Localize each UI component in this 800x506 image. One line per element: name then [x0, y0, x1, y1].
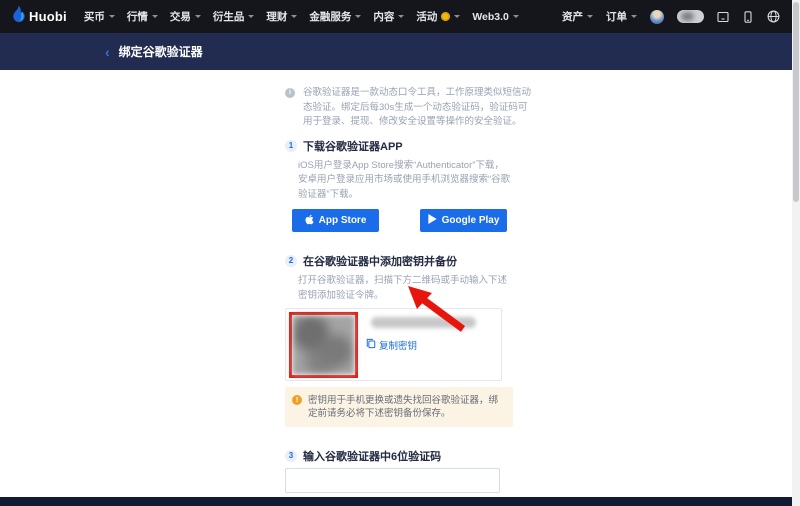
- main-content: i 谷歌验证器是一款动态口令工具，工作原理类似短信动态验证。绑定后每30s生成一…: [285, 84, 517, 506]
- intro-text: 谷歌验证器是一款动态口令工具，工作原理类似短信动态验证。绑定后每30s生成一个动…: [303, 86, 531, 130]
- chevron-down-icon: [152, 15, 158, 18]
- chevron-down-icon: [195, 15, 201, 18]
- back-icon[interactable]: ‹: [105, 45, 110, 59]
- google-play-button[interactable]: Google Play: [420, 209, 507, 232]
- huobi-logo[interactable]: Huobi: [12, 6, 67, 27]
- nav-item-assets[interactable]: 资产: [562, 9, 593, 24]
- footer-strip: [0, 497, 800, 506]
- chevron-down-icon: [355, 15, 361, 18]
- nav-item-trade[interactable]: 交易: [170, 9, 201, 24]
- main-menu: 买币 行情 交易 衍生品 理财 金融服务 内容 活动 Web3.0: [78, 9, 525, 24]
- step1-heading: 1 下载谷歌验证器APP: [285, 138, 517, 154]
- brand-name: Huobi: [29, 9, 67, 24]
- step1-description: iOS用户登录App Store搜索“Authenticator”下载，安卓用户…: [298, 159, 512, 203]
- page-subheader: ‹ 绑定谷歌验证器: [0, 33, 800, 70]
- step2-title: 在谷歌验证器中添加密钥并备份: [303, 253, 457, 269]
- nav-item-orders[interactable]: 订单: [606, 9, 637, 24]
- mobile-app-icon[interactable]: [742, 11, 754, 23]
- nav-item-events[interactable]: 活动: [416, 9, 460, 24]
- copy-key-label: 复制密钥: [379, 338, 417, 352]
- chevron-down-icon: [109, 15, 115, 18]
- nav-item-earn[interactable]: 理财: [266, 9, 297, 24]
- nav-item-web3[interactable]: Web3.0: [472, 11, 519, 23]
- download-app-icon[interactable]: [717, 11, 729, 23]
- info-icon: i: [285, 88, 295, 98]
- step3-badge: 3: [285, 450, 297, 462]
- warning-text: 密钥用于手机更换或遗失找回谷歌验证器，绑定前请务必将下述密钥备份保存。: [308, 394, 505, 420]
- step1-title: 下载谷歌验证器APP: [303, 138, 403, 154]
- avatar[interactable]: [650, 10, 664, 24]
- huobi-flame-icon: [12, 6, 26, 27]
- chevron-down-icon: [631, 15, 637, 18]
- google-play-icon: [428, 214, 437, 227]
- page: Huobi 买币 行情 交易 衍生品 理财 金融服务 内容 活动 Web3.0 …: [0, 0, 800, 506]
- step1-badge: 1: [285, 140, 297, 152]
- chevron-down-icon: [454, 15, 460, 18]
- copy-icon: [366, 338, 376, 352]
- chevron-down-icon: [398, 15, 404, 18]
- nav-item-content[interactable]: 内容: [373, 9, 404, 24]
- coin-icon: [441, 12, 450, 21]
- page-scrollbar[interactable]: [792, 0, 800, 506]
- secret-key-panel: 复制密钥: [285, 308, 502, 381]
- step2-badge: 2: [285, 255, 297, 267]
- chevron-down-icon: [291, 15, 297, 18]
- chevron-down-icon: [248, 15, 254, 18]
- step2-description: 打开谷歌验证器，扫描下方二维码或手动输入下述密钥添加验证令牌。: [298, 274, 512, 303]
- copy-key-link[interactable]: 复制密钥: [366, 338, 417, 352]
- app-store-button[interactable]: App Store: [292, 209, 379, 232]
- nav-item-derivatives[interactable]: 衍生品: [213, 9, 255, 24]
- top-navbar: Huobi 买币 行情 交易 衍生品 理财 金融服务 内容 活动 Web3.0 …: [0, 0, 800, 33]
- store-buttons-row: App Store Google Play: [292, 209, 517, 232]
- nav-item-buy-crypto[interactable]: 买币: [84, 9, 115, 24]
- nav-item-markets[interactable]: 行情: [127, 9, 158, 24]
- warning-icon: !: [292, 395, 302, 405]
- scrollbar-thumb[interactable]: [793, 2, 799, 202]
- secret-key-blurred: [371, 317, 476, 328]
- key-backup-warning: ! 密钥用于手机更换或遗失找回谷歌验证器，绑定前请务必将下述密钥备份保存。: [285, 387, 513, 427]
- nav-item-financial-services[interactable]: 金融服务: [309, 9, 361, 24]
- app-store-label: App Store: [319, 215, 367, 226]
- apple-icon: [305, 214, 314, 228]
- verification-code-input[interactable]: [285, 468, 500, 493]
- step2-heading: 2 在谷歌验证器中添加密钥并备份: [285, 253, 517, 269]
- page-title: 绑定谷歌验证器: [119, 43, 203, 60]
- chevron-down-icon: [587, 15, 593, 18]
- globe-language-icon[interactable]: [767, 10, 780, 23]
- step3-heading: 3 输入谷歌验证器中6位验证码: [285, 448, 517, 464]
- chevron-down-icon: [513, 15, 519, 18]
- qr-highlight-annotation: [289, 312, 358, 378]
- nav-right-group: 资产 订单: [562, 9, 800, 24]
- step3-title: 输入谷歌验证器中6位验证码: [303, 448, 441, 464]
- balance-pill-blurred[interactable]: [677, 10, 704, 23]
- intro-note: i 谷歌验证器是一款动态口令工具，工作原理类似短信动态验证。绑定后每30s生成一…: [285, 86, 531, 130]
- google-play-label: Google Play: [442, 215, 500, 226]
- qr-code-blurred: [292, 315, 355, 375]
